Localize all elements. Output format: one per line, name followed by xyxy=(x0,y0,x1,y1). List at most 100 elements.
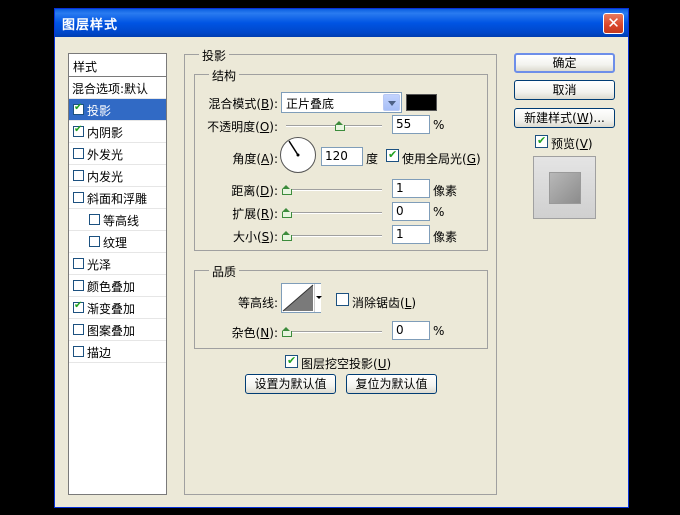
sidebar-item-label: 渐变叠加 xyxy=(87,302,136,316)
cancel-button[interactable]: 取消 xyxy=(514,80,615,100)
sidebar-item-checkbox[interactable] xyxy=(73,102,84,115)
sidebar-item[interactable]: 描边 xyxy=(69,341,166,363)
sidebar-item-label: 内发光 xyxy=(87,170,124,184)
sidebar-item-label: 内阴影 xyxy=(87,126,124,140)
reset-default-button[interactable]: 复位为默认值 xyxy=(346,374,437,394)
style-preview xyxy=(533,156,596,219)
sidebar-item-checkbox[interactable] xyxy=(73,280,84,291)
close-button[interactable]: ✕ xyxy=(603,13,624,34)
contour-curve-icon xyxy=(282,284,314,312)
contour-picker[interactable] xyxy=(281,283,322,313)
distance-slider[interactable] xyxy=(286,189,382,191)
size-slider-thumb[interactable] xyxy=(282,231,292,241)
blend-mode-value: 正片叠底 xyxy=(286,97,335,111)
sidebar-item-label: 光泽 xyxy=(87,258,112,272)
new-style-button[interactable]: 新建样式(W)... xyxy=(514,108,615,128)
use-global-light-checkbox[interactable] xyxy=(386,148,399,162)
angle-unit: 度 xyxy=(366,152,379,166)
drop-shadow-title: 投影 xyxy=(199,47,230,64)
opacity-unit: % xyxy=(433,118,445,132)
quality-title: 品质 xyxy=(209,263,240,280)
sidebar-item-label: 等高线 xyxy=(103,214,140,228)
size-slider[interactable] xyxy=(286,235,382,237)
distance-slider-thumb[interactable] xyxy=(282,185,292,195)
noise-label: 杂色(N): xyxy=(231,326,278,340)
sidebar-item-label: 颜色叠加 xyxy=(87,280,136,294)
sidebar-item[interactable]: 颜色叠加 xyxy=(69,275,166,297)
noise-unit: % xyxy=(433,324,445,338)
sidebar-item-checkbox[interactable] xyxy=(73,124,84,137)
sidebar-item-checkbox[interactable] xyxy=(73,170,84,181)
structure-group: 结构 混合模式(B): 正片叠底 不透明度(O): 55 % 角度(A): 12… xyxy=(194,67,488,251)
sidebar-item[interactable]: 图案叠加 xyxy=(69,319,166,341)
sidebar-item-checkbox[interactable] xyxy=(73,148,84,159)
angle-dial-needle-icon xyxy=(288,140,300,157)
sidebar-item-checkbox[interactable] xyxy=(73,192,84,203)
styles-list-header: 样式 xyxy=(69,54,166,77)
spread-slider[interactable] xyxy=(286,212,382,214)
sidebar-item-checkbox[interactable] xyxy=(73,324,84,335)
sidebar-item[interactable]: 斜面和浮雕 xyxy=(69,187,166,209)
sidebar-item-label: 纹理 xyxy=(103,236,128,250)
size-input[interactable]: 1 xyxy=(392,225,430,244)
sidebar-item-checkbox[interactable] xyxy=(89,236,100,247)
sidebar-item[interactable]: 内阴影 xyxy=(69,121,166,143)
spread-slider-thumb[interactable] xyxy=(282,208,292,218)
noise-input[interactable]: 0 xyxy=(392,321,430,340)
blend-mode-label: 混合模式(B): xyxy=(208,97,278,111)
sidebar-item-checkbox[interactable] xyxy=(73,300,84,313)
opacity-slider-thumb[interactable] xyxy=(334,121,345,131)
drop-shadow-group: 投影 结构 混合模式(B): 正片叠底 不透明度(O): 55 % 角度(A): xyxy=(184,47,497,495)
layer-style-dialog: 图层样式 ✕ 样式 混合选项:默认投影内阴影外发光内发光斜面和浮雕等高线纹理光泽… xyxy=(54,8,629,508)
shadow-color-swatch[interactable] xyxy=(406,94,437,111)
angle-label: 角度(A): xyxy=(232,152,278,166)
sidebar-item-label: 投影 xyxy=(87,104,112,118)
sidebar-item-label: 斜面和浮雕 xyxy=(87,192,148,206)
quality-group: 品质 等高线: 消除锯齿(L) 杂色(N): 0 % xyxy=(194,263,488,349)
sidebar-item-label: 混合选项:默认 xyxy=(72,82,149,96)
preview-checkbox[interactable] xyxy=(535,134,548,148)
make-default-button[interactable]: 设置为默认值 xyxy=(245,374,336,394)
noise-slider[interactable] xyxy=(286,331,382,333)
anti-alias-label[interactable]: 消除锯齿(L) xyxy=(352,294,416,311)
opacity-label: 不透明度(O): xyxy=(207,120,278,134)
distance-unit: 像素 xyxy=(433,184,458,198)
sidebar-item[interactable]: 内发光 xyxy=(69,165,166,187)
sidebar-item[interactable]: 光泽 xyxy=(69,253,166,275)
sidebar-item-checkbox[interactable] xyxy=(73,346,84,357)
sidebar-item-label: 描边 xyxy=(87,346,112,360)
angle-input[interactable]: 120 xyxy=(321,147,363,166)
spread-unit: % xyxy=(433,205,445,219)
spread-label: 扩展(R): xyxy=(232,207,278,221)
title-bar[interactable]: 图层样式 ✕ xyxy=(55,9,628,37)
preview-label[interactable]: 预览(V) xyxy=(551,135,593,152)
styles-list: 样式 混合选项:默认投影内阴影外发光内发光斜面和浮雕等高线纹理光泽颜色叠加渐变叠… xyxy=(68,53,167,495)
use-global-light-label[interactable]: 使用全局光(G) xyxy=(402,150,481,167)
noise-slider-thumb[interactable] xyxy=(282,327,292,337)
layer-knocks-out-shadow-label[interactable]: 图层挖空投影(U) xyxy=(301,355,391,372)
sidebar-item[interactable]: 纹理 xyxy=(69,231,166,253)
size-unit: 像素 xyxy=(433,230,458,244)
layer-knocks-out-shadow-checkbox[interactable] xyxy=(285,354,298,368)
opacity-input[interactable]: 55 xyxy=(392,115,430,134)
sidebar-item-label: 外发光 xyxy=(87,148,124,162)
sidebar-item[interactable]: 混合选项:默认 xyxy=(69,77,166,99)
contour-dropdown-icon[interactable] xyxy=(314,284,322,312)
ok-button[interactable]: 确定 xyxy=(514,53,615,73)
sidebar-item[interactable]: 等高线 xyxy=(69,209,166,231)
angle-dial[interactable] xyxy=(280,137,316,173)
distance-input[interactable]: 1 xyxy=(392,179,430,198)
sidebar-item-checkbox[interactable] xyxy=(89,214,100,225)
anti-alias-checkbox[interactable] xyxy=(336,293,349,306)
sidebar-item[interactable]: 投影 xyxy=(69,99,166,121)
structure-title: 结构 xyxy=(209,67,240,84)
sidebar-item[interactable]: 外发光 xyxy=(69,143,166,165)
dialog-title: 图层样式 xyxy=(62,18,119,33)
chevron-down-icon[interactable] xyxy=(383,94,400,111)
contour-label: 等高线: xyxy=(237,296,278,310)
sidebar-item-checkbox[interactable] xyxy=(73,258,84,269)
blend-mode-select[interactable]: 正片叠底 xyxy=(281,92,402,113)
size-label: 大小(S): xyxy=(232,230,278,244)
spread-input[interactable]: 0 xyxy=(392,202,430,221)
sidebar-item[interactable]: 渐变叠加 xyxy=(69,297,166,319)
